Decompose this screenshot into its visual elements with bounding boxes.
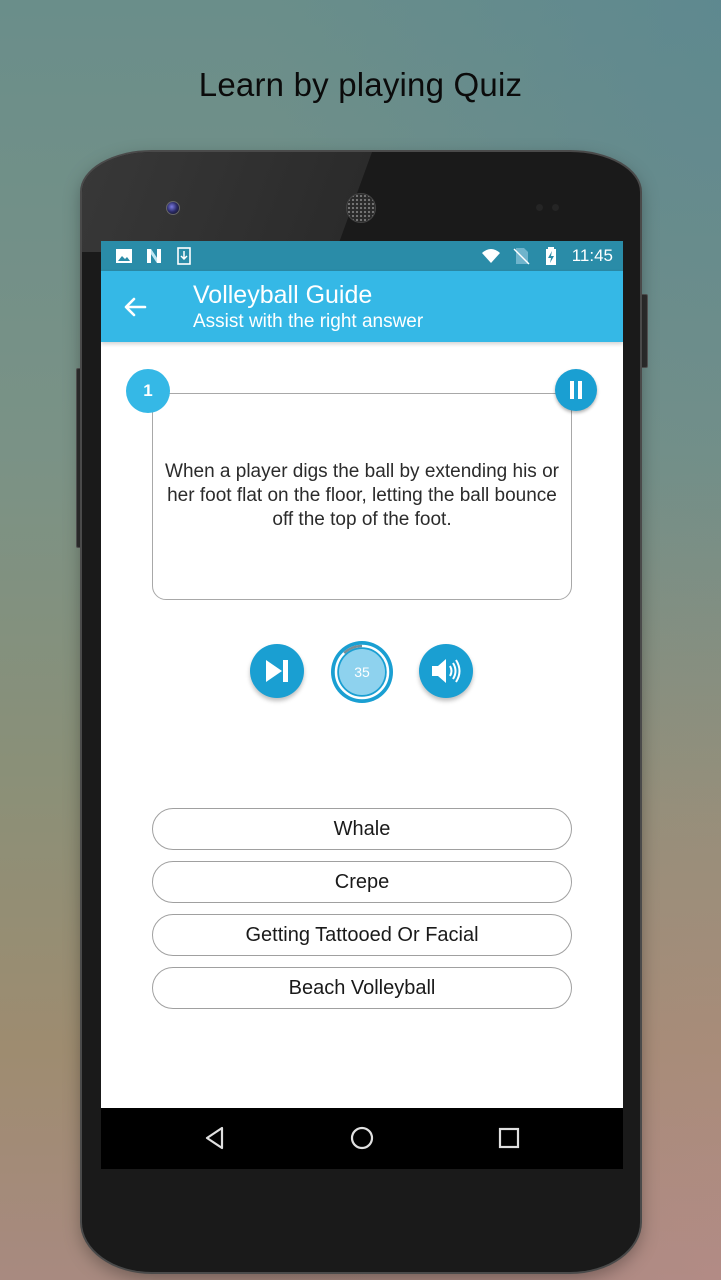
nav-recents-icon[interactable] xyxy=(495,1124,523,1152)
download-icon xyxy=(177,247,191,265)
question-text: When a player digs the ball by extending… xyxy=(165,461,559,530)
earpiece-speaker-icon xyxy=(346,193,376,223)
answer-option[interactable]: Crepe xyxy=(152,861,572,903)
phone-screen: 11:45 Volleyball Guide Assist with the r… xyxy=(101,241,623,1169)
no-sim-icon xyxy=(513,248,530,265)
battery-charging-icon xyxy=(545,247,556,265)
phone-power-button xyxy=(640,294,648,368)
promo-headline: Learn by playing Quiz xyxy=(198,66,523,103)
app-subtitle: Assist with the right answer xyxy=(193,311,424,332)
nav-home-icon[interactable] xyxy=(348,1124,376,1152)
answer-list: Whale Crepe Getting Tattooed Or Facial B… xyxy=(152,808,572,1020)
pause-icon xyxy=(570,381,574,399)
navigation-bar xyxy=(101,1108,623,1169)
countdown-timer: 35 xyxy=(329,639,395,705)
question-card: When a player digs the ball by extending… xyxy=(152,393,572,600)
pause-icon-bar xyxy=(578,381,582,399)
front-camera-icon xyxy=(166,201,180,215)
skip-button[interactable] xyxy=(250,644,304,698)
answer-option[interactable]: Whale xyxy=(152,808,572,850)
light-sensor-icon xyxy=(552,204,559,211)
arrow-left-icon[interactable] xyxy=(121,293,149,321)
status-time: 11:45 xyxy=(571,246,613,265)
proximity-sensor-icon xyxy=(536,204,543,211)
pause-button[interactable] xyxy=(555,369,597,411)
answer-option[interactable]: Beach Volleyball xyxy=(152,967,572,1009)
status-bar: 11:45 xyxy=(101,241,623,271)
n-logo-icon xyxy=(147,249,161,263)
phone-gloss xyxy=(82,152,373,252)
timer-value: 35 xyxy=(354,664,370,680)
nav-back-icon[interactable] xyxy=(201,1124,229,1152)
answer-option[interactable]: Getting Tattooed Or Facial xyxy=(152,914,572,956)
question-number-badge: 1 xyxy=(126,369,170,413)
app-title: Volleyball Guide xyxy=(193,281,373,309)
app-bar: Volleyball Guide Assist with the right a… xyxy=(101,271,623,342)
skip-next-icon xyxy=(266,660,288,682)
image-icon xyxy=(116,249,132,263)
volume-icon xyxy=(432,659,461,683)
wifi-icon xyxy=(481,249,500,263)
sound-button[interactable] xyxy=(419,644,473,698)
